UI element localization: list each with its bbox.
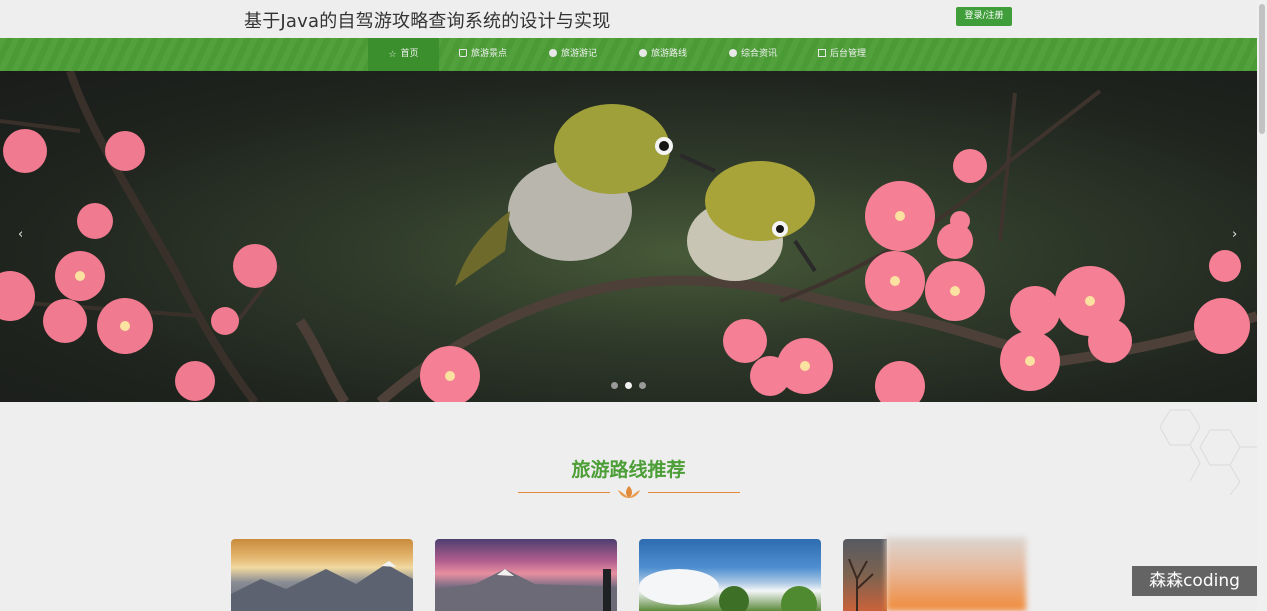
watermark: 森森coding <box>1132 566 1257 596</box>
bag-icon <box>459 49 467 57</box>
title-divider <box>518 484 740 500</box>
carousel-dot[interactable] <box>611 382 618 389</box>
nav-item-label: 首页 <box>400 49 419 59</box>
route-card-image[interactable] <box>843 539 887 611</box>
nav-item-label: 综合资讯 <box>741 49 778 59</box>
carousel-next-button[interactable]: › <box>1232 227 1237 242</box>
nav-item-home[interactable]: ☆ 首页 <box>368 38 439 71</box>
info-icon <box>639 49 647 57</box>
scrollbar-thumb[interactable] <box>1259 4 1265 134</box>
nav-item-admin[interactable]: 后台管理 <box>818 38 866 71</box>
carousel-dot[interactable] <box>639 382 646 389</box>
lotus-icon <box>618 486 640 498</box>
info-icon <box>549 49 557 57</box>
banner-image <box>0 71 1257 402</box>
carousel-dot-active[interactable] <box>625 382 632 389</box>
nav-item-label: 后台管理 <box>830 49 867 59</box>
nav-item-routes[interactable]: 旅游路线 <box>639 38 687 71</box>
book-icon <box>818 49 826 57</box>
route-card-image[interactable] <box>639 539 821 611</box>
nav-item-label: 旅游路线 <box>651 49 688 59</box>
route-card-image[interactable] <box>231 539 413 611</box>
top-header: 基于Java的自驾游攻略查询系统的设计与实现 登录/注册 <box>0 0 1257 38</box>
blurred-card-image <box>886 537 1026 611</box>
nav-item-attractions[interactable]: 旅游景点 <box>459 38 507 71</box>
section-title: 旅游路线推荐 <box>571 459 686 481</box>
nav-item-news[interactable]: 综合资讯 <box>729 38 777 71</box>
site-title: 基于Java的自驾游攻略查询系统的设计与实现 <box>244 11 611 32</box>
star-icon: ☆ <box>388 50 397 60</box>
main-nav: ☆ 首页 旅游景点 旅游游记 旅游路线 综合资讯 后台管理 <box>0 38 1257 71</box>
banner-carousel[interactable]: ‹ › <box>0 71 1257 402</box>
carousel-prev-button[interactable]: ‹ <box>18 227 23 242</box>
login-register-button[interactable]: 登录/注册 <box>956 7 1012 26</box>
info-icon <box>729 49 737 57</box>
nav-item-travel-notes[interactable]: 旅游游记 <box>549 38 597 71</box>
route-card-image[interactable] <box>435 539 617 611</box>
nav-item-label: 旅游游记 <box>561 49 598 59</box>
nav-item-label: 旅游景点 <box>471 49 508 59</box>
